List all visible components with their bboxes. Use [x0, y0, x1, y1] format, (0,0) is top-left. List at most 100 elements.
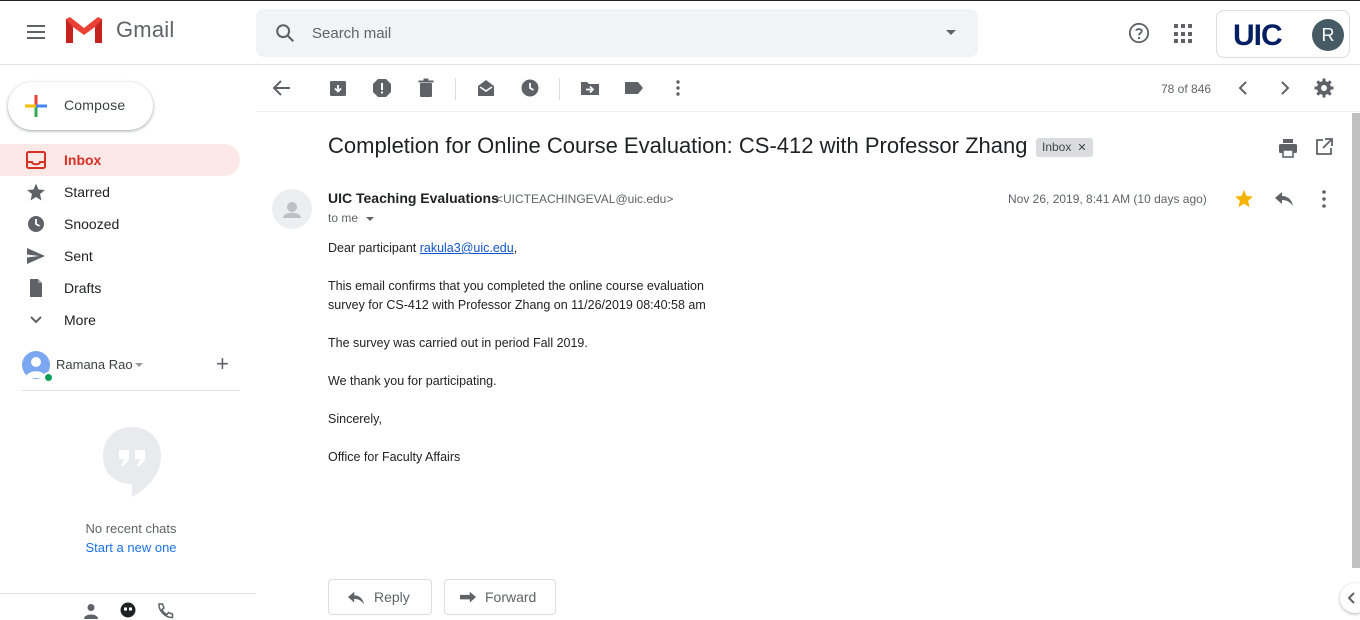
draft-icon — [30, 279, 42, 297]
chat-bubble-icon — [103, 427, 161, 497]
sidebar-item-label: Snoozed — [64, 216, 120, 232]
inbox-icon — [26, 151, 46, 169]
reply-icon — [348, 591, 364, 605]
mark-unread-icon[interactable] — [476, 78, 496, 98]
gmail-m-icon — [66, 17, 102, 43]
account-avatar[interactable]: R — [1312, 19, 1344, 51]
back-arrow-icon[interactable] — [272, 78, 292, 98]
remove-label-icon[interactable]: ✕ — [1077, 142, 1086, 154]
signature-line: Office for Faculty Affairs — [328, 450, 461, 464]
phone-icon[interactable] — [156, 602, 174, 620]
print-icon[interactable] — [1278, 138, 1298, 158]
delete-icon[interactable] — [416, 78, 436, 98]
sidebar-item-more[interactable]: More — [0, 304, 240, 336]
reply-label: Reply — [374, 589, 410, 605]
sidebar-item-label: Starred — [64, 184, 110, 200]
label-icon[interactable] — [624, 78, 644, 98]
greeting-punctuation: , — [513, 241, 518, 255]
sidebar-item-label: Drafts — [64, 280, 102, 296]
clock-icon — [28, 216, 44, 232]
inbox-label-chip[interactable]: Inbox ✕ — [1036, 138, 1093, 157]
side-panel-toggle[interactable] — [1340, 583, 1360, 613]
main-menu-icon[interactable] — [24, 21, 48, 45]
confirmation-paragraph: This email confirms that you completed t… — [328, 277, 1028, 315]
more-vert-icon[interactable] — [1318, 188, 1330, 210]
account-switcher[interactable]: UIC R — [1216, 10, 1350, 58]
sender-avatar — [272, 189, 312, 229]
archive-icon[interactable] — [328, 78, 348, 98]
chevron-right-icon[interactable] — [1274, 78, 1294, 98]
forward-icon — [460, 591, 476, 603]
star-icon — [27, 183, 45, 201]
gmail-logo[interactable]: Gmail — [64, 15, 174, 45]
app-name: Gmail — [116, 17, 175, 42]
forward-label: Forward — [485, 589, 537, 605]
settings-gear-icon[interactable] — [1314, 78, 1334, 98]
online-status-dot — [43, 372, 54, 383]
help-icon[interactable] — [1128, 22, 1150, 44]
org-logo: UIC — [1233, 19, 1283, 52]
body-line: This email confirms that you completed t… — [328, 279, 704, 293]
sidebar-item-snoozed[interactable]: Snoozed — [0, 208, 240, 240]
search-input[interactable] — [312, 21, 912, 45]
google-apps-icon[interactable] — [1174, 24, 1194, 44]
report-spam-icon[interactable] — [372, 78, 392, 98]
chevron-left-icon[interactable] — [1234, 78, 1254, 98]
closing-line: Sincerely, — [328, 412, 382, 426]
move-to-icon[interactable] — [580, 78, 600, 98]
message-toolbar: 78 of 846 — [256, 66, 1360, 112]
compose-label: Compose — [64, 97, 126, 113]
snooze-clock-icon[interactable] — [520, 78, 540, 98]
add-contact-icon[interactable]: + — [216, 353, 229, 375]
hangouts-icon[interactable] — [119, 602, 137, 620]
sidebar-item-label: Inbox — [64, 152, 102, 168]
greeting-text: Dear participant — [328, 241, 420, 255]
label-chip-text: Inbox — [1042, 140, 1072, 154]
forward-button[interactable]: Forward — [444, 579, 556, 615]
start-new-chat-link[interactable]: Start a new one — [0, 540, 262, 555]
toolbar-divider — [559, 78, 560, 100]
thanks-paragraph: We thank you for participating. — [328, 374, 497, 388]
no-chats-text: No recent chats — [85, 521, 177, 536]
email-date: Nov 26, 2019, 8:41 AM (10 days ago) — [1008, 192, 1207, 206]
participant-email-link[interactable]: rakula3@uic.edu — [420, 241, 514, 255]
search-bar[interactable] — [256, 9, 978, 57]
email-subject: Completion for Online Course Evaluation:… — [328, 133, 1028, 158]
period-paragraph: The survey was carried out in period Fal… — [328, 336, 588, 350]
send-icon — [27, 248, 45, 264]
status-dropdown-icon[interactable] — [135, 363, 143, 367]
sidebar-item-sent[interactable]: Sent — [0, 240, 240, 272]
chevron-left-icon — [1347, 592, 1355, 604]
greeting-line: Dear participant rakula3@uic.edu, — [328, 239, 1028, 258]
sidebar-item-drafts[interactable]: Drafts — [0, 272, 240, 304]
compose-button[interactable]: Compose — [8, 82, 153, 130]
reply-icon[interactable] — [1274, 190, 1294, 208]
sidebar-item-label: More — [64, 312, 96, 328]
recipient-summary: to me — [328, 211, 359, 225]
sidebar-item-label: Sent — [64, 248, 93, 264]
chevron-down-icon — [30, 316, 42, 324]
person-icon[interactable] — [82, 602, 100, 620]
hangouts-user-name: Ramana Rao — [56, 357, 133, 372]
show-details-icon[interactable] — [366, 217, 374, 221]
body-line: survey for CS-412 with Professor Zhang o… — [328, 298, 706, 312]
search-icon[interactable] — [274, 22, 296, 44]
sidebar-item-starred[interactable]: Starred — [0, 176, 240, 208]
email-body: Dear participant rakula3@uic.edu, This e… — [328, 239, 1028, 486]
sidebar-item-inbox[interactable]: Inbox — [0, 144, 240, 176]
plus-icon — [25, 95, 47, 117]
sender-name[interactable]: UIC Teaching Evaluations — [328, 190, 499, 206]
open-new-window-icon[interactable] — [1315, 138, 1333, 156]
sender-email: <UICTEACHINGEVAL@uic.edu> — [496, 192, 674, 206]
toolbar-divider — [455, 78, 456, 100]
hangouts-user[interactable]: Ramana Rao + — [22, 351, 240, 391]
scrollbar[interactable] — [1352, 113, 1360, 568]
sidebar: Compose Inbox Starred Snoozed Sent Draft… — [0, 66, 256, 619]
pagination-count: 78 of 846 — [1161, 82, 1212, 96]
search-options-icon[interactable] — [946, 30, 956, 35]
star-icon[interactable] — [1234, 189, 1254, 209]
folder-nav: Inbox Starred Snoozed Sent Drafts More — [0, 144, 256, 336]
reply-button[interactable]: Reply — [328, 579, 432, 615]
app-header: Gmail UIC R — [0, 1, 1360, 65]
more-vert-icon[interactable] — [668, 78, 688, 98]
